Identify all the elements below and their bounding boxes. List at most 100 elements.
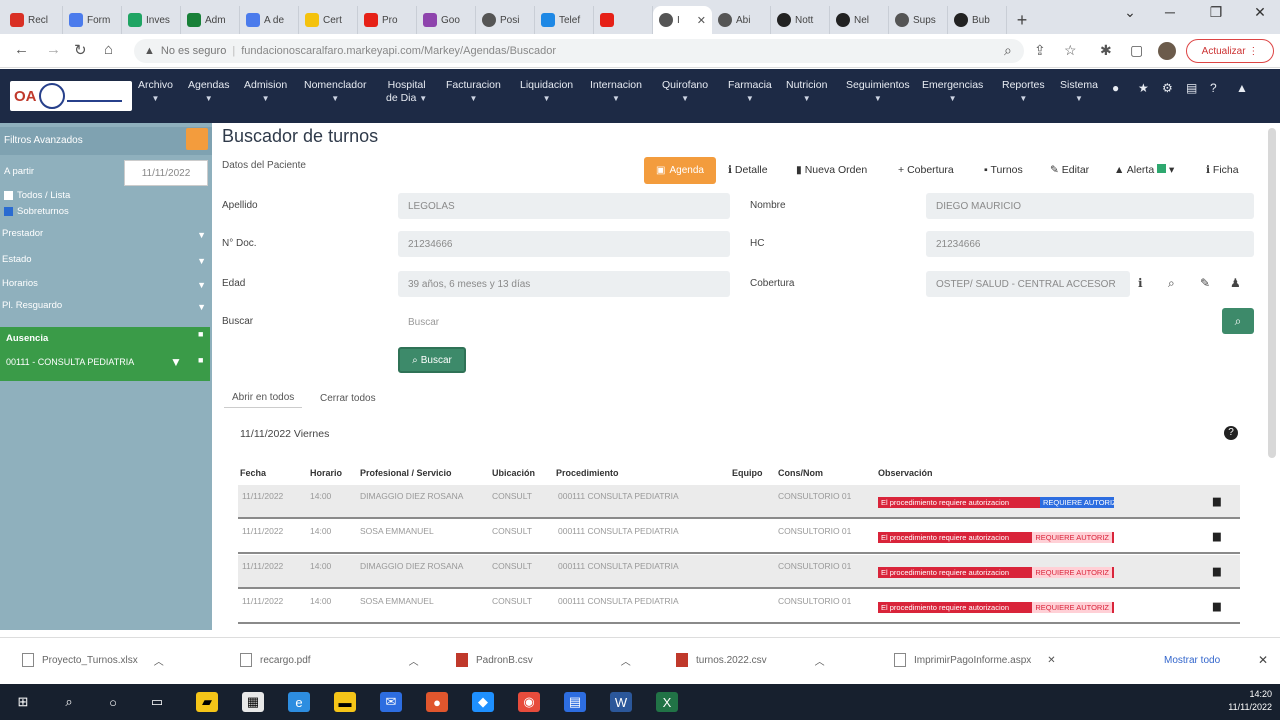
observation-badge[interactable]: El procedimiento requiere autorizacion RE… (878, 602, 1114, 613)
tab-search-icon[interactable]: ⌄ (1110, 4, 1150, 21)
table-row[interactable]: 11/11/2022 14:00 SOSA EMMANUEL CONSULT 0… (238, 590, 1240, 624)
chrome-icon[interactable]: ◉ (518, 692, 540, 712)
close-icon[interactable]: ✕ (1047, 655, 1055, 666)
browser-tab[interactable]: Recl (4, 6, 63, 34)
search-icon[interactable]: ⌕ (1222, 308, 1254, 334)
messages-icon[interactable]: ▤ (1186, 81, 1197, 95)
sticky-notes-icon[interactable]: ▰ (196, 692, 218, 712)
forward-icon[interactable]: → (46, 41, 61, 58)
tab-cerrar-todos[interactable]: Cerrar todos (312, 388, 384, 408)
resguardo-select[interactable]: Pl. Resguardo ▼ (0, 300, 210, 320)
globe-icon[interactable]: ● (1112, 81, 1119, 95)
apellido-field[interactable]: LEGOLAS (398, 193, 730, 219)
scrollbar[interactable] (1268, 128, 1276, 458)
file-explorer-icon[interactable]: ▬ (334, 692, 356, 712)
word-icon[interactable]: W (610, 692, 632, 712)
task-view-icon[interactable]: ▭ (146, 692, 168, 712)
active-filter-box[interactable]: Ausencia 00111 - CONSULTA PEDIATRIA ▼ ■ … (0, 327, 210, 381)
help-icon[interactable]: ? (1224, 426, 1238, 440)
menu-quirofano[interactable]: Quirofano ▼ (662, 79, 708, 105)
chevron-up-icon[interactable]: ︿ (154, 653, 164, 668)
close-downloads-icon[interactable]: ✕ (1258, 650, 1268, 670)
maximize-icon[interactable]: ❐ (1196, 4, 1236, 21)
print-icon[interactable]: ▆ (1213, 566, 1221, 577)
share-icon[interactable]: ⇪ (1034, 42, 1046, 59)
checkbox-checked[interactable] (4, 206, 13, 216)
turnos-button[interactable]: ▪ Turnos (984, 164, 1023, 176)
date-input[interactable]: 11/11/2022 (124, 160, 208, 186)
chevron-up-icon[interactable]: ︿ (621, 653, 631, 668)
table-row[interactable]: 11/11/2022 14:00 SOSA EMMANUEL CONSULT 0… (238, 520, 1240, 554)
check-sobreturnos-row[interactable]: Sobreturnos (4, 206, 69, 217)
cortana-icon[interactable]: ○ (102, 692, 124, 712)
browser-tab[interactable]: Goo (417, 6, 476, 34)
browser-tab[interactable]: Abi (712, 6, 771, 34)
browser-tab[interactable]: Nott (771, 6, 830, 34)
estado-select[interactable]: Estado ▼ (0, 254, 210, 274)
cobertura-field[interactable]: OSTEP/ SALUD - CENTRAL ACCESOR (926, 271, 1130, 297)
browser-tab[interactable]: Sups (889, 6, 948, 34)
horarios-select[interactable]: Horarios ▼ (0, 278, 210, 298)
app-logo[interactable]: OA (10, 81, 132, 111)
new-tab-button[interactable]: + (1007, 6, 1037, 34)
close-tab-icon[interactable]: ✕ (697, 14, 706, 27)
reload-icon[interactable]: ↻ (74, 41, 87, 59)
detalle-button[interactable]: ℹ Detalle (728, 164, 768, 176)
mail-icon[interactable]: ✉ (380, 692, 402, 712)
table-row[interactable]: 11/11/2022 14:00 DIMAGGIO DIEZ ROSANA CO… (238, 485, 1240, 519)
app-icon[interactable]: ◆ (472, 692, 494, 712)
menu-reportes[interactable]: Reportes ▼ (1002, 79, 1045, 105)
filter-icon[interactable]: ▼ (170, 355, 182, 369)
hc-field[interactable]: 21234666 (926, 231, 1254, 257)
add-user-icon[interactable]: ♟ (1230, 276, 1241, 290)
nueva-orden-button[interactable]: ▮ Nueva Orden (796, 164, 867, 176)
menu-facturacion[interactable]: Facturacion ▼ (446, 79, 501, 105)
menu-seguimientos[interactable]: Seguimientos ▼ (846, 79, 910, 105)
extensions-icon[interactable]: ✱ (1100, 42, 1112, 59)
chevron-up-icon[interactable]: ︿ (409, 653, 419, 668)
chevron-up-icon[interactable]: ︿ (815, 653, 825, 668)
browser-tab[interactable]: Inves (122, 6, 181, 34)
download-item[interactable]: PadronB.csv ︿ (456, 650, 631, 670)
info-icon[interactable]: ℹ (1138, 276, 1143, 290)
buscar-button[interactable]: ⌕ Buscar (398, 347, 466, 373)
ndoc-field[interactable]: 21234666 (398, 231, 730, 257)
browser-tab[interactable]: Posi (476, 6, 535, 34)
gear-icon[interactable]: ⚙ (1162, 81, 1173, 95)
alerta-button[interactable]: ▲ Alerta ▾ (1114, 164, 1174, 176)
pencil-icon[interactable]: ✎ (1200, 276, 1210, 290)
download-item[interactable]: recargo.pdf ︿ (240, 650, 419, 670)
editar-button[interactable]: ✎ Editar (1050, 164, 1089, 176)
menu-emergencias[interactable]: Emergencias ▼ (922, 79, 983, 105)
home-icon[interactable]: ⌂ (104, 41, 113, 58)
close-window-icon[interactable]: ✕ (1240, 4, 1280, 21)
sidebar-header[interactable]: Filtros Avanzados (0, 127, 212, 155)
close-filter-icon[interactable]: ■ (198, 329, 203, 339)
menu-agendas[interactable]: Agendas ▼ (188, 79, 229, 105)
star-icon[interactable]: ★ (1138, 81, 1149, 95)
menu-nomenclador[interactable]: Nomenclador ▼ (304, 79, 366, 105)
bookmark-star-icon[interactable]: ☆ (1064, 42, 1077, 59)
menu-admision[interactable]: Admision ▼ (244, 79, 287, 105)
browser-tab-active[interactable]: I ✕ (653, 6, 712, 34)
checkbox[interactable] (4, 190, 13, 200)
edad-field[interactable]: 39 años, 6 meses y 13 días (398, 271, 730, 297)
agenda-button[interactable]: ▣ Agenda (644, 157, 716, 184)
browser-tab[interactable]: Telef (535, 6, 594, 34)
browser-tab[interactable]: Adm (181, 6, 240, 34)
table-row[interactable]: 11/11/2022 14:00 DIMAGGIO DIEZ ROSANA CO… (238, 555, 1240, 589)
observation-badge[interactable]: El procedimiento requiere autorizacion RE… (878, 497, 1114, 508)
browser-tab[interactable]: Bub (948, 6, 1007, 34)
minimize-icon[interactable]: ─ (1150, 4, 1190, 20)
help-icon[interactable]: ? (1210, 81, 1217, 95)
print-icon[interactable]: ▆ (1213, 531, 1221, 542)
download-item[interactable]: Proyecto_Turnos.xlsx ︿ (22, 650, 164, 670)
menu-archivo[interactable]: Archivo ▼ (138, 79, 173, 105)
search-input[interactable]: Buscar (398, 309, 1218, 335)
browser-tab[interactable]: Form (63, 6, 122, 34)
firefox-icon[interactable]: ● (426, 692, 448, 712)
profile-avatar[interactable] (1158, 42, 1176, 60)
network-app-icon[interactable]: ▤ (564, 692, 586, 712)
menu-nutricion[interactable]: Nutricion ▼ (786, 79, 827, 105)
sidepanel-icon[interactable]: ▢ (1130, 42, 1143, 59)
